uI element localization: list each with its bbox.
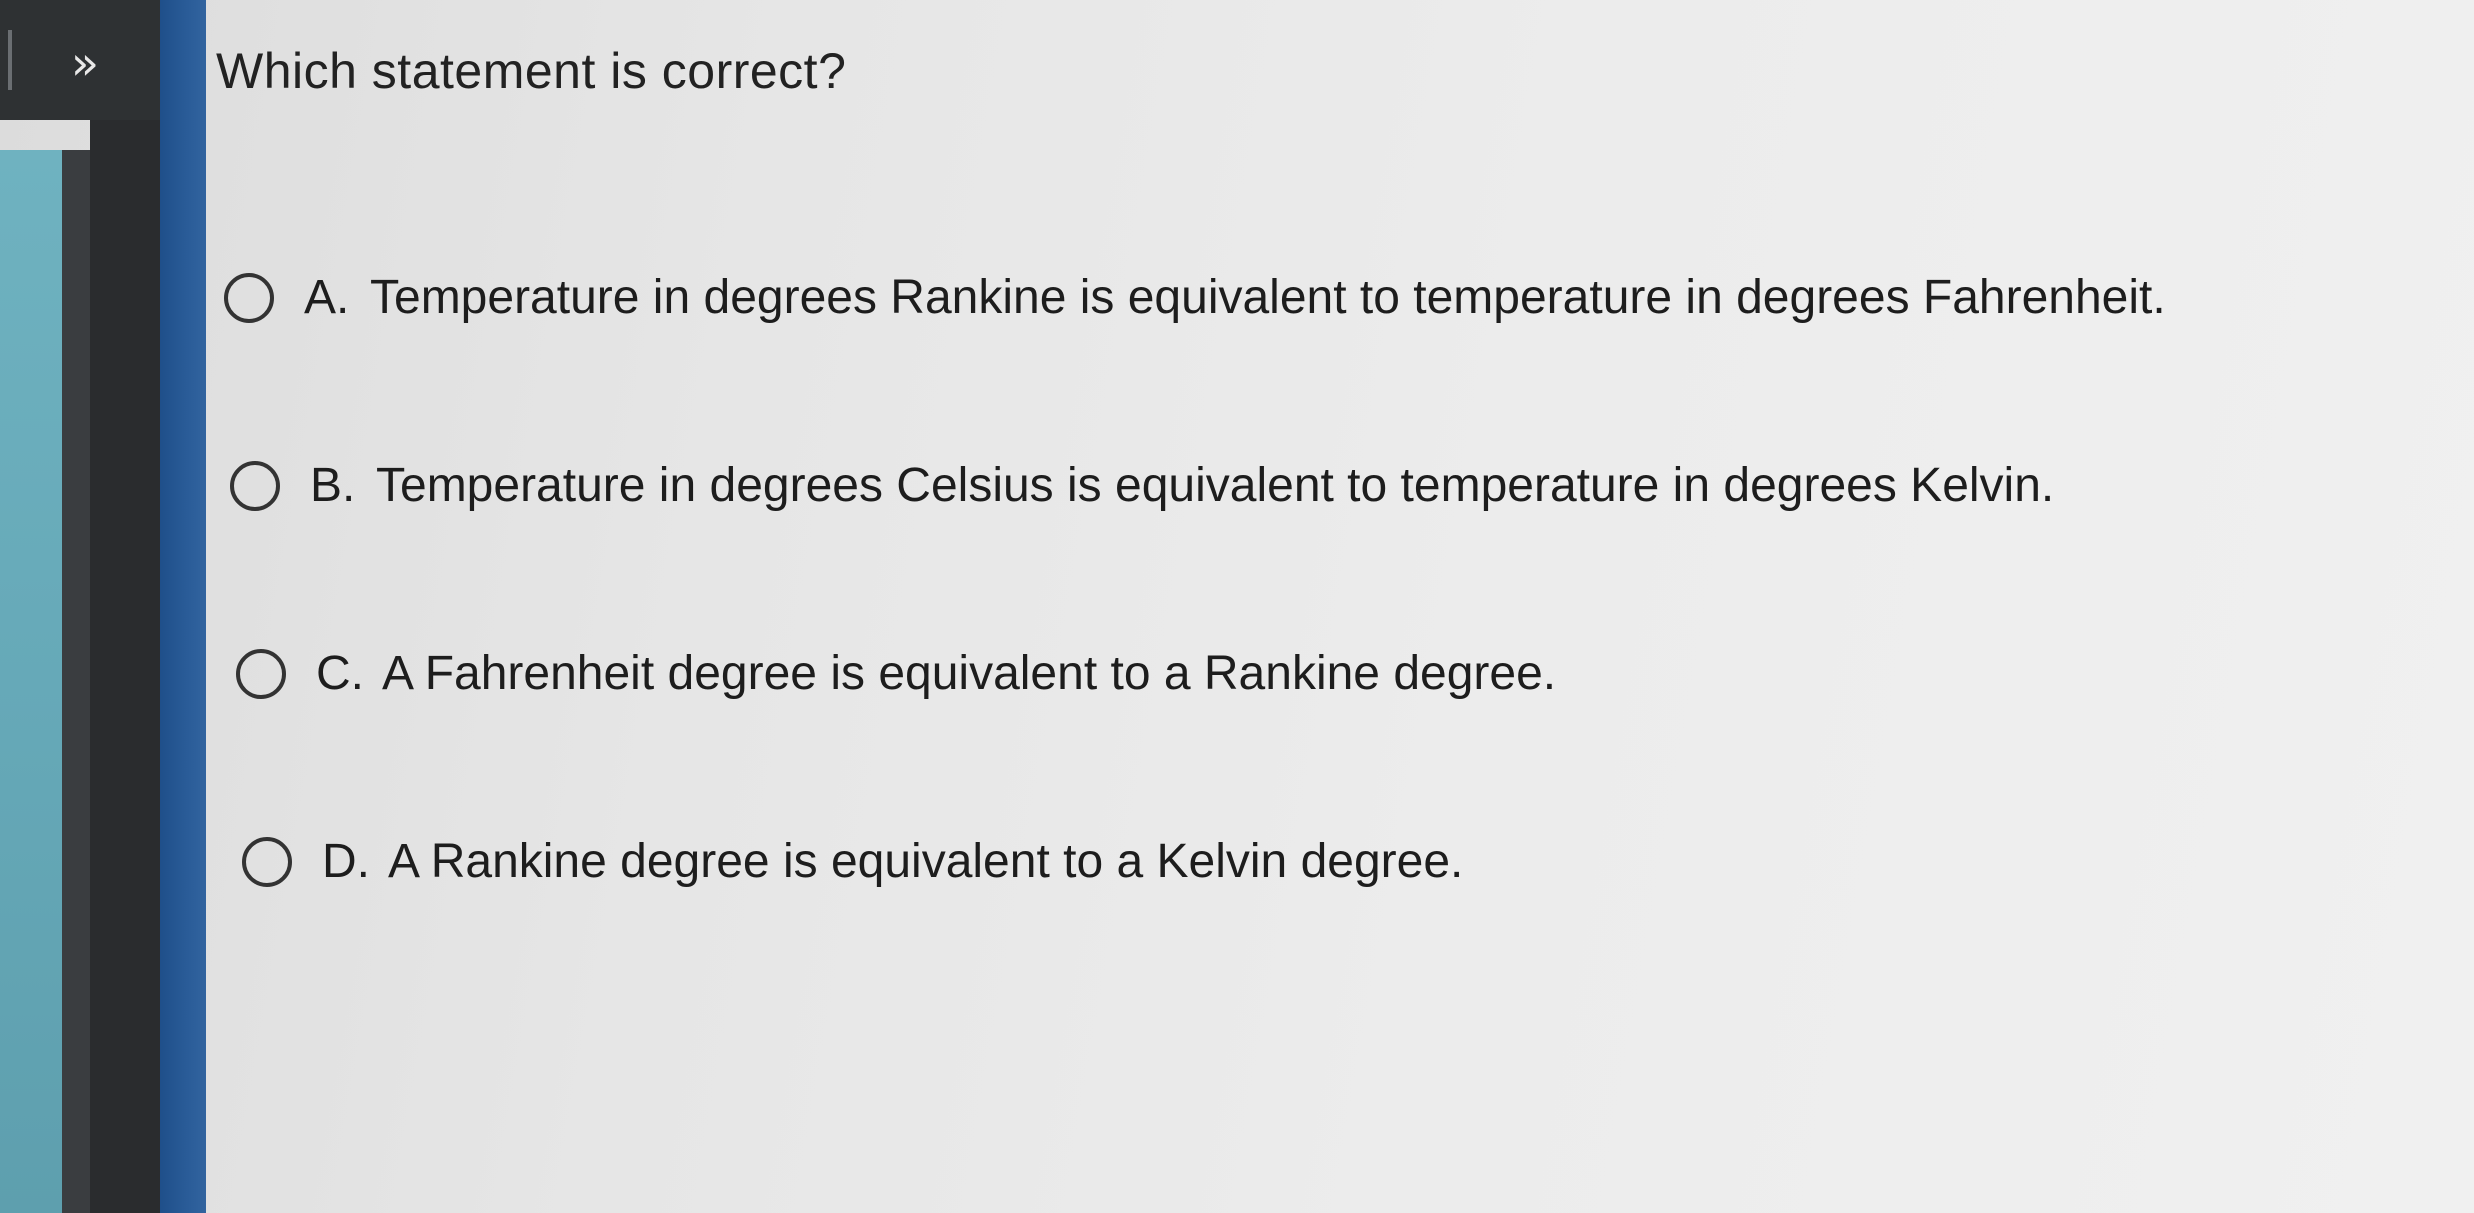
question-title: Which statement is correct?: [216, 43, 847, 99]
option-text: Temperature in degrees Rankine is equiva…: [370, 271, 2166, 324]
sidebar-column: [90, 120, 160, 1213]
double-chevron-right-icon: »: [70, 36, 100, 90]
sidebar-edge: [160, 0, 206, 1213]
option-letter: C.: [316, 647, 364, 700]
radio-button[interactable]: [242, 836, 292, 887]
option-letter: B.: [310, 459, 356, 512]
radio-button[interactable]: [230, 460, 280, 511]
option-a[interactable]: A. Temperature in degrees Rankine is equ…: [224, 270, 2166, 325]
option-text: Temperature in degrees Celsius is equiva…: [376, 459, 2055, 512]
option-b[interactable]: B. Temperature in degrees Celsius is equ…: [230, 458, 2054, 513]
expand-sidebar-button[interactable]: »: [50, 36, 120, 90]
tab-divider: [8, 30, 12, 90]
option-text: A Fahrenheit degree is equivalent to a R…: [382, 647, 1557, 700]
option-d[interactable]: D. A Rankine degree is equivalent to a K…: [242, 834, 1463, 889]
question-panel: Which statement is correct? A. Temperatu…: [206, 0, 2474, 1213]
screen: » Which statement is correct? A. Tempera…: [0, 0, 2474, 1213]
option-letter: D.: [322, 835, 370, 888]
option-c[interactable]: C. A Fahrenheit degree is equivalent to …: [236, 646, 1556, 701]
radio-button[interactable]: [224, 272, 274, 323]
option-letter: A.: [304, 271, 350, 324]
option-text: A Rankine degree is equivalent to a Kelv…: [388, 835, 1464, 888]
sidebar-panel: [0, 150, 62, 1213]
sidebar-divider: [62, 150, 90, 1213]
radio-button[interactable]: [236, 648, 286, 699]
